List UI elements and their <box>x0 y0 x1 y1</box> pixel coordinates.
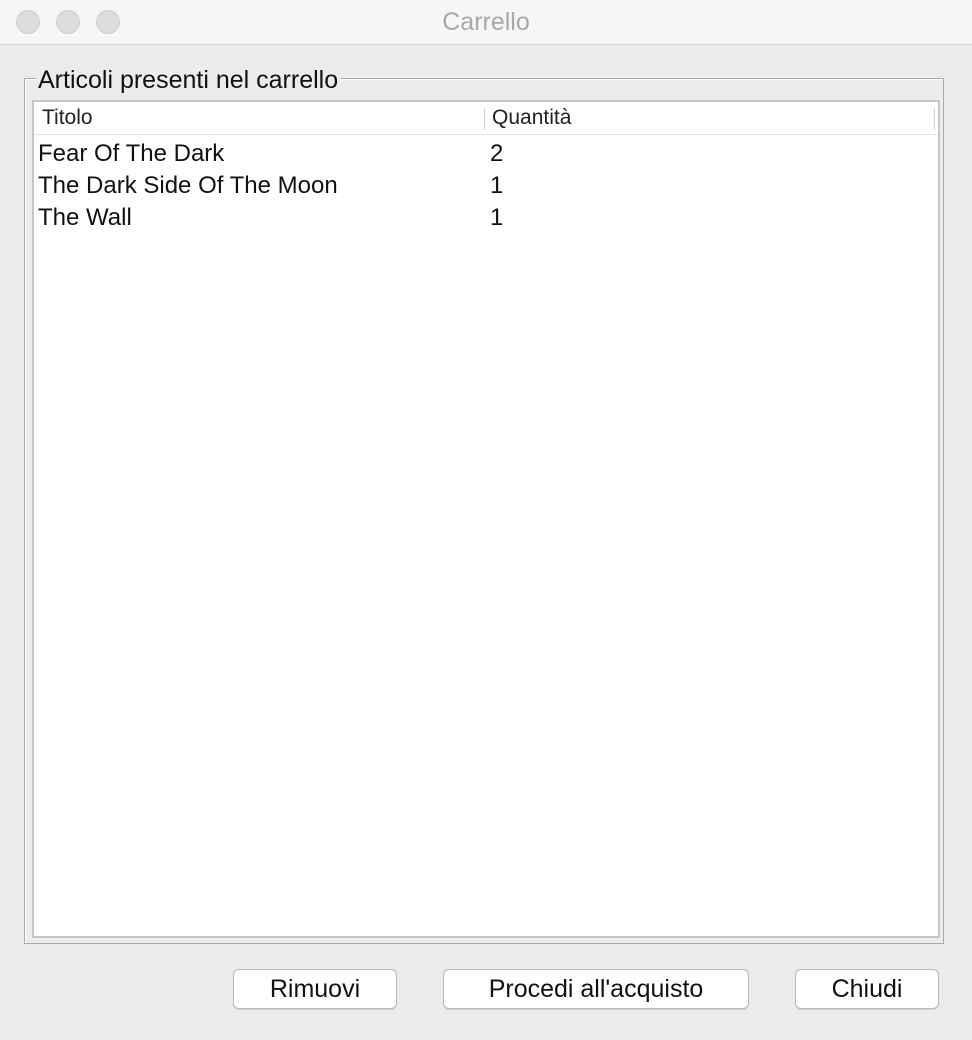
table-body: Fear Of The Dark 2 The Dark Side Of The … <box>34 138 938 234</box>
cell-titolo: The Wall <box>38 204 132 231</box>
cell-titolo: The Dark Side Of The Moon <box>38 172 338 199</box>
cart-window: Carrello Articoli presenti nel carrello … <box>0 0 972 1040</box>
remove-button[interactable]: Rimuovi <box>233 969 397 1009</box>
table-row[interactable]: Fear Of The Dark 2 <box>34 138 938 170</box>
close-button[interactable]: Chiudi <box>795 969 939 1009</box>
cell-quantita: 2 <box>490 140 504 167</box>
window-title: Carrello <box>442 8 530 36</box>
column-header-quantita[interactable]: Quantità <box>492 106 571 130</box>
column-divider[interactable] <box>484 108 485 130</box>
cell-quantita: 1 <box>490 204 504 231</box>
cell-titolo: Fear Of The Dark <box>38 140 225 167</box>
cell-quantita: 1 <box>490 172 504 199</box>
cart-table[interactable]: Titolo Quantità Fear Of The Dark 2 The D… <box>32 100 940 938</box>
column-header-titolo[interactable]: Titolo <box>42 106 93 130</box>
column-divider[interactable] <box>934 108 935 130</box>
table-header: Titolo Quantità <box>34 102 938 135</box>
table-row[interactable]: The Dark Side Of The Moon 1 <box>34 170 938 202</box>
title-bar: Carrello <box>0 0 972 45</box>
proceed-to-purchase-button[interactable]: Procedi all'acquisto <box>443 969 749 1009</box>
cart-items-group-label: Articoli presenti nel carrello <box>36 64 342 96</box>
table-row[interactable]: The Wall 1 <box>34 202 938 234</box>
